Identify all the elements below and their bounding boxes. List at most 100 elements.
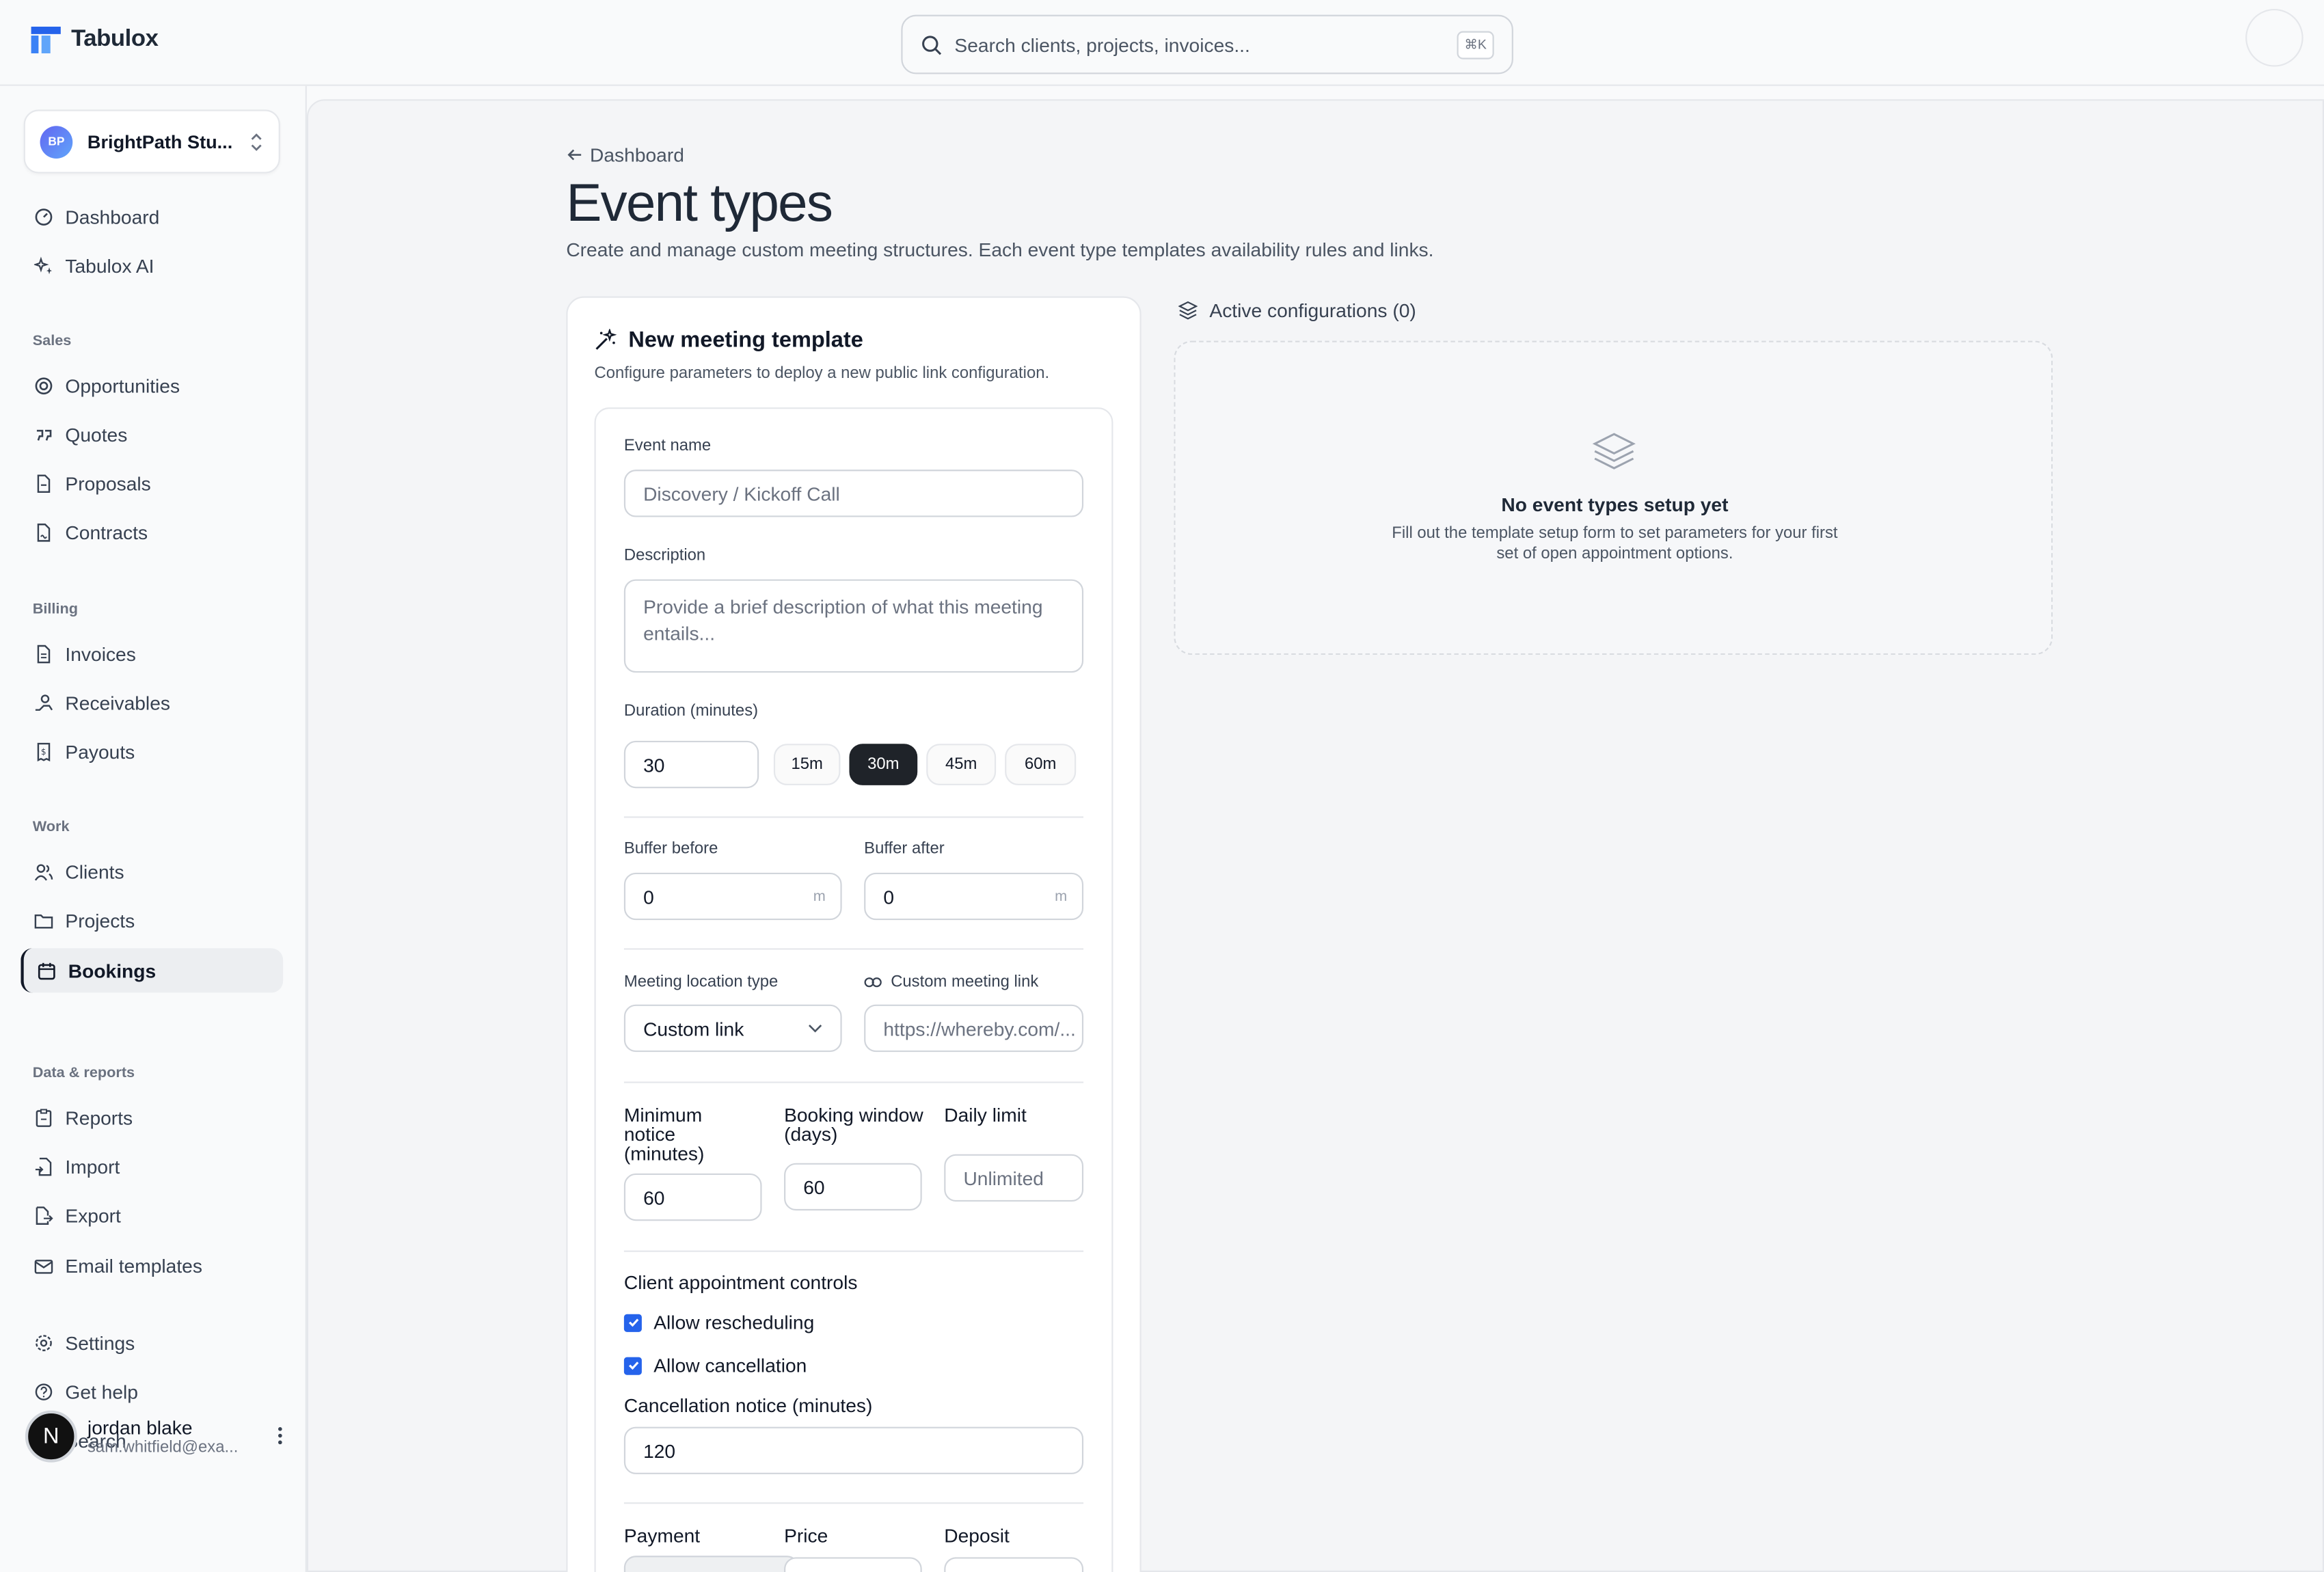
buffer-after-input[interactable]: 0 m [864,872,1084,921]
duration-preset-15m[interactable]: 15m [773,744,841,785]
sidebar-item-label: Tabulox AI [65,254,154,277]
empty-state-text: Fill out the template setup form to set … [1392,524,1838,563]
description-placeholder: Provide a brief description of what this… [643,595,1043,645]
sidebar-item-label: Clients [65,860,124,882]
mail-icon [33,1255,53,1275]
file-import-icon [33,1156,53,1176]
checkmark-icon [623,1356,642,1374]
event-name-input[interactable]: Discovery / Kickoff Call [623,470,1084,517]
sidebar-item-contracts[interactable]: Contracts [21,510,283,554]
buffer-before-label: Buffer before [623,840,718,858]
top-bar: Tabulox Search clients, projects, invoic… [0,0,2324,86]
custom-link-input[interactable]: https://whereby.com/... [864,1004,1084,1053]
sidebar-item-label: Payouts [65,740,135,763]
cancellation-notice-value: 120 [643,1439,676,1462]
empty-state-title: No event types setup yet [1501,493,1729,516]
daily-limit-input[interactable]: Unlimited [944,1154,1084,1202]
chevron-updown-icon [251,133,262,150]
sidebar-item-label: Receivables [65,691,170,714]
sidebar-item-settings[interactable]: Settings [21,1320,283,1364]
user-avatar-top[interactable] [2245,9,2303,67]
gear-icon [33,1332,53,1353]
hand-coins-icon [33,692,53,712]
duration-input[interactable]: 30 [623,740,759,789]
divider [623,948,1084,950]
sidebar-item-tabulox-ai[interactable]: Tabulox AI [21,243,283,288]
user-menu[interactable]: N jordan blake sam.whitfield@exa... [25,1406,284,1465]
duration-label: Duration (minutes) [623,702,759,720]
svg-text:$: $ [40,746,46,756]
active-configurations-title: Active configurations (0) [1209,299,1416,322]
file-export-icon [33,1204,53,1225]
duration-preset-60m[interactable]: 60m [1005,744,1077,785]
divider [623,1502,1084,1504]
nav-section-billing: Billing [32,601,78,618]
event-name-placeholder: Discovery / Kickoff Call [643,482,840,505]
users-icon [33,860,53,881]
link-icon [864,977,882,988]
location-type-label: Meeting location type [623,973,779,992]
card-title-text: New meeting template [628,327,863,353]
sidebar-item-receivables[interactable]: Receivables [21,680,283,724]
sidebar-item-label: Dashboard [65,205,160,228]
sidebar-item-export[interactable]: Export [21,1193,283,1237]
booking-window-label: Booking window (days) [784,1103,923,1146]
cancellation-notice-input[interactable]: 120 [623,1426,1084,1474]
active-configurations-heading: Active configurations (0) [1178,299,1416,322]
deposit-input[interactable] [944,1557,1084,1572]
allow-cancellation-checkbox[interactable]: Allow cancellation [623,1354,807,1377]
sparkles-icon [33,255,53,275]
workspace-switcher[interactable]: BP BrightPath Stu... [23,109,280,174]
file-signature-icon [33,521,53,542]
sidebar-item-opportunities[interactable]: Opportunities [21,363,283,407]
sidebar-item-label: Bookings [68,959,157,982]
payment-label: Payment [623,1524,701,1547]
user-avatar: N [25,1409,77,1462]
card-title: New meeting template [595,327,863,353]
divider [623,816,1084,818]
sidebar-item-dashboard[interactable]: Dashboard [21,194,283,239]
sidebar-item-projects[interactable]: Projects [21,898,283,943]
receipt-icon: $ [33,741,53,761]
sidebar-item-reports[interactable]: Reports [21,1095,283,1139]
back-to-dashboard-link[interactable]: Dashboard [566,144,684,166]
global-search[interactable]: Search clients, projects, invoices... ⌘K [901,14,1513,74]
nav-section-sales: Sales [32,333,72,350]
sidebar-item-label: Proposals [65,472,151,494]
allow-rescheduling-checkbox[interactable]: Allow rescheduling [623,1311,814,1333]
sidebar-item-email-templates[interactable]: Email templates [21,1243,283,1288]
more-vertical-icon[interactable] [275,1425,284,1446]
cancellation-notice-label: Cancellation notice (minutes) [623,1394,873,1417]
help-circle-icon [33,1381,53,1401]
arrow-left-icon [567,149,582,161]
target-icon [33,375,53,395]
buffer-before-input[interactable]: 0 m [623,872,842,921]
duration-preset-30m[interactable]: 30m [849,744,918,785]
sidebar-item-label: Settings [65,1331,135,1354]
calendar-icon [36,960,56,981]
duration-preset-45m[interactable]: 45m [926,744,997,785]
sidebar-item-bookings[interactable]: Bookings [21,948,284,993]
sidebar-item-payouts[interactable]: $ Payouts [21,729,283,774]
description-textarea[interactable]: Provide a brief description of what this… [623,579,1084,673]
buffer-after-value: 0 [883,885,895,908]
location-type-select[interactable]: Custom link [623,1004,842,1053]
sidebar-item-clients[interactable]: Clients [21,849,283,893]
event-name-label: Event name [623,437,712,455]
back-label: Dashboard [590,144,684,166]
buffer-after-unit: m [1055,888,1068,905]
app-logo[interactable]: Tabulox [31,25,159,55]
divider [623,1250,1084,1252]
min-notice-input[interactable]: 60 [623,1173,762,1221]
sidebar-item-invoices[interactable]: Invoices [21,631,283,675]
magic-wand-icon [595,329,617,350]
price-input[interactable] [784,1557,922,1572]
chevron-down-icon [809,1025,822,1033]
min-notice-value: 60 [643,1186,665,1208]
sidebar-item-proposals[interactable]: Proposals [21,461,283,505]
booking-window-input[interactable]: 60 [784,1163,922,1211]
sidebar-item-quotes[interactable]: Quotes [21,412,283,457]
sidebar-item-import[interactable]: Import [21,1144,283,1189]
payment-select[interactable] [623,1556,799,1572]
nav-section-data-reports: Data & reports [32,1065,135,1082]
